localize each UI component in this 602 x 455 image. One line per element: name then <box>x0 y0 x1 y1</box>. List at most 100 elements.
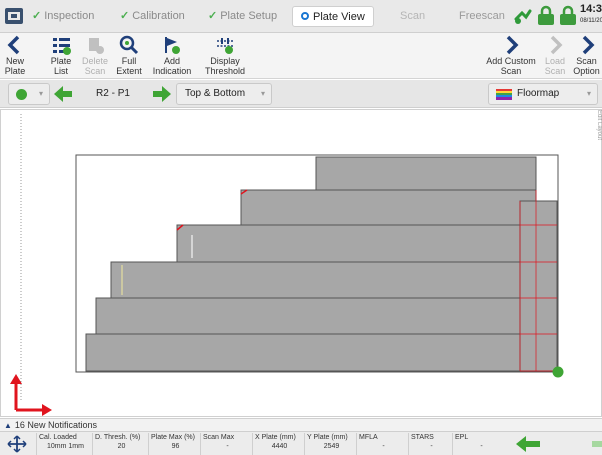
status-cell-x-plate: X Plate (mm) 4440 <box>252 433 304 455</box>
tab-label: Plate Setup <box>220 10 278 22</box>
status-value: 20 <box>117 443 126 450</box>
app-menu-icon[interactable] <box>4 6 24 26</box>
delete-scan-button[interactable]: Delete Scan <box>80 35 110 76</box>
status-next-arrow-icon[interactable] <box>590 435 602 453</box>
new-plate-label: New Plate <box>4 56 26 76</box>
load-scan-button[interactable]: Load Scan <box>542 35 568 76</box>
add-indication-label: Add Indication <box>152 56 192 76</box>
add-custom-scan-button[interactable]: Add Custom Scan <box>482 35 540 76</box>
status-value: - <box>430 443 433 450</box>
indicator-dropdown[interactable]: ▾ <box>8 83 50 105</box>
floormap-icon <box>496 89 512 100</box>
status-label: STARS <box>411 434 434 441</box>
display-threshold-button[interactable]: Display Threshold <box>204 35 246 76</box>
status-label: D. Thresh. (%) <box>95 434 141 441</box>
status-label: Cal. Loaded <box>39 434 77 441</box>
view-mode-dropdown[interactable]: Floormap ▾ <box>488 83 598 105</box>
plate-list-button[interactable]: Plate List <box>46 35 76 76</box>
current-plate-label: R2 - P1 <box>96 88 130 99</box>
floormap-drawing <box>10 114 564 416</box>
status-cell-d-thresh: D. Thresh. (%) 20 <box>92 433 148 455</box>
lock-icon-secondary[interactable] <box>557 5 579 27</box>
tab-freescan[interactable]: Freescan <box>459 6 505 27</box>
tab-calibration[interactable]: ✓ Calibration <box>120 6 185 27</box>
status-value: 10mm 1mm <box>47 443 84 450</box>
check-icon: ✓ <box>32 10 42 22</box>
app-window: { "workflow_tabs": [ {"label": "Inspecti… <box>0 0 602 455</box>
forward-chevron-icon <box>582 35 594 55</box>
full-extent-label: Full Extent <box>116 56 142 76</box>
selector-row: ▾ R2 - P1 Top & Bottom ▾ Floormap ▾ <box>0 80 602 108</box>
clock-date: 08/11/20 <box>580 18 602 24</box>
list-icon <box>53 38 71 55</box>
forward-chevron-icon <box>550 35 563 55</box>
chevron-down-icon: ▾ <box>260 89 265 98</box>
axis-indicator-icon <box>10 374 52 416</box>
plate-list-label: Plate List <box>50 56 72 76</box>
tab-label: Freescan <box>459 10 505 22</box>
notifications-bar[interactable]: ▲ 16 New Notifications <box>0 418 602 431</box>
status-label: EPL <box>455 434 469 441</box>
zoom-icon <box>119 35 139 55</box>
crosshair-move-icon[interactable] <box>6 435 28 453</box>
notifications-text: 16 New Notifications <box>14 420 97 430</box>
plate-floormap-canvas[interactable] <box>0 109 602 417</box>
check-icon: ✓ <box>208 10 218 22</box>
scan-strip-4 <box>176 224 537 263</box>
view-mode-value: Floormap <box>517 88 560 99</box>
status-label: X Plate (mm) <box>255 434 296 441</box>
tab-label: Inspection <box>44 10 95 22</box>
status-cell-stars: STARS - <box>408 433 452 455</box>
clock-time: 14:3 <box>580 3 602 15</box>
status-cell-scan-max: Scan Max - <box>200 433 252 455</box>
tab-scan[interactable]: Scan <box>400 6 425 27</box>
tab-inspection[interactable]: ✓ Inspection <box>32 6 94 27</box>
gear-green-icon <box>16 89 27 100</box>
active-dot-icon <box>301 12 309 20</box>
add-indication-button[interactable]: Add Indication <box>152 35 192 76</box>
warning-icon: ▲ <box>4 421 12 430</box>
full-extent-button[interactable]: Full Extent <box>114 35 144 76</box>
toolbar: New Plate Plate List Delete Scan Full Ex… <box>0 33 602 79</box>
tab-label: Plate View <box>313 11 365 23</box>
tab-label: Scan <box>400 10 426 22</box>
status-value: - <box>226 443 229 450</box>
scan-strip-1 <box>85 333 537 372</box>
previous-plate-button[interactable] <box>52 83 74 105</box>
status-value: - <box>480 443 483 450</box>
status-value: 4440 <box>271 443 288 450</box>
status-bar: Cal. Loaded 10mm 1mm D. Thresh. (%) 20 Pla… <box>0 431 602 455</box>
load-scan-label: Load Scan <box>544 56 566 76</box>
status-cell-epl: EPL - <box>452 433 508 455</box>
sensor-connection-icon[interactable] <box>512 5 534 27</box>
side-edit-label[interactable]: Edit Layout <box>590 110 602 170</box>
tab-plate-view[interactable]: Plate View <box>292 6 374 27</box>
status-value: 96 <box>171 443 180 450</box>
lock-icon[interactable] <box>535 5 557 27</box>
delete-scan-icon <box>89 38 104 54</box>
chevron-down-icon: ▾ <box>39 89 44 98</box>
add-custom-scan-label: Add Custom Scan <box>486 56 536 76</box>
status-cell-y-plate: Y Plate (mm) 2549 <box>304 433 356 455</box>
status-cell-mfla: MFLA - <box>356 433 408 455</box>
back-chevron-icon <box>7 35 20 55</box>
scan-strip-3 <box>110 261 537 299</box>
status-label: Scan Max <box>203 434 235 441</box>
next-plate-button[interactable] <box>151 83 173 105</box>
threshold-icon <box>217 38 233 54</box>
status-label: Plate Max (%) <box>151 434 195 441</box>
surface-value: Top & Bottom <box>185 88 246 99</box>
surface-dropdown[interactable]: Top & Bottom ▾ <box>176 83 272 105</box>
origin-marker <box>552 366 564 378</box>
scan-option-button[interactable]: Scan Option <box>571 35 602 76</box>
status-cell-plate-max: Plate Max (%) 96 <box>148 433 200 455</box>
forward-chevron-icon <box>506 35 519 55</box>
display-threshold-label: Display Threshold <box>204 56 246 76</box>
status-cell-cal-loaded: Cal. Loaded 10mm 1mm <box>36 433 92 455</box>
tab-plate-setup[interactable]: ✓ Plate Setup <box>208 6 277 27</box>
flag-add-icon <box>165 37 180 54</box>
status-value: 2549 <box>323 443 340 450</box>
new-plate-button[interactable]: New Plate <box>2 35 28 76</box>
status-prev-arrow-icon[interactable] <box>514 435 542 453</box>
scan-strip-2 <box>95 297 537 335</box>
